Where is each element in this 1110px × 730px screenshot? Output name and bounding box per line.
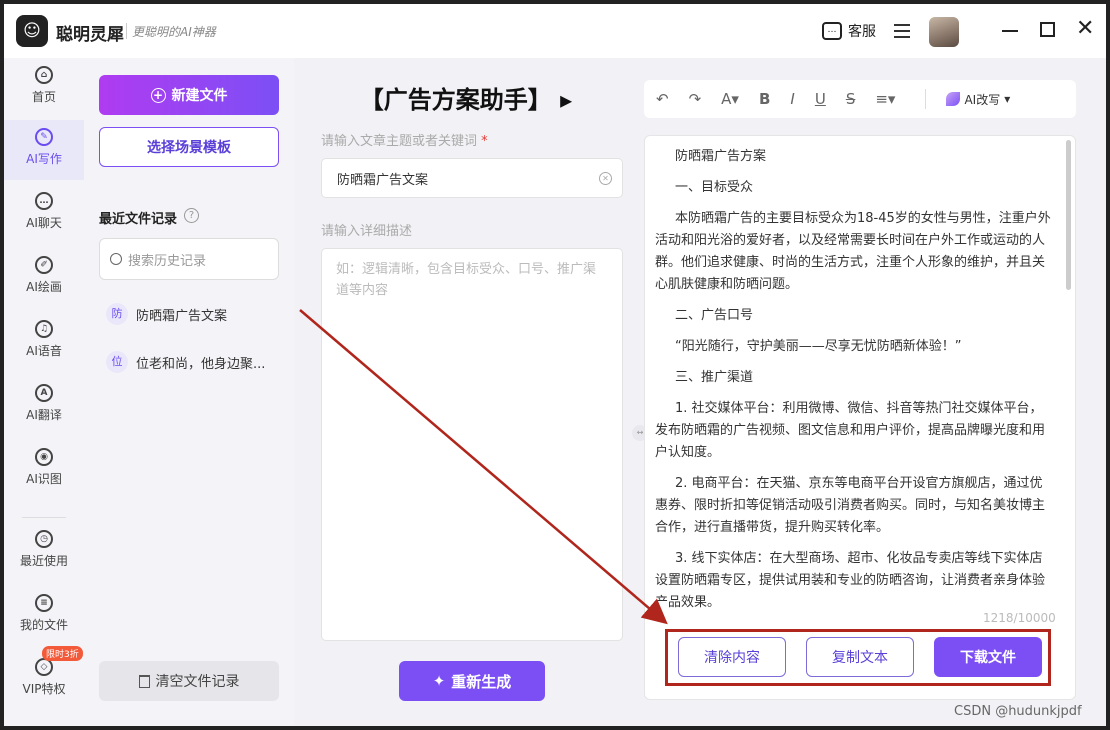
watermark: CSDN @hudunkjpdf (954, 704, 1082, 719)
annotation-arrow (299, 309, 668, 625)
